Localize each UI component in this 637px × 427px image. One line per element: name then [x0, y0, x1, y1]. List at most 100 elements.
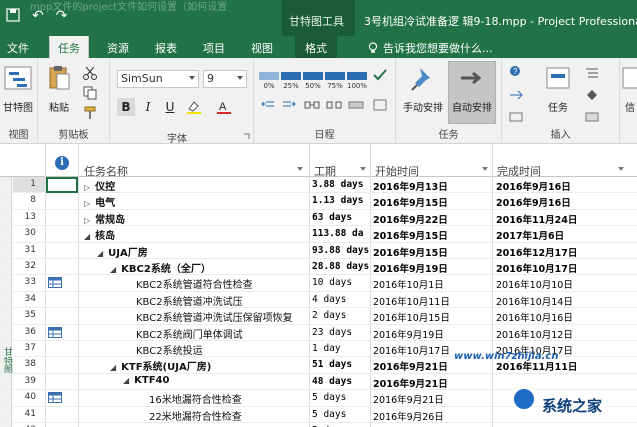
font-dialog-launcher-icon[interactable] [243, 133, 250, 140]
pct-0-button[interactable]: 0% [259, 72, 279, 90]
duration-cell[interactable]: 113.88 da [312, 228, 363, 239]
table-row[interactable]: 36 KBC2系统阀门单体调试 23 days 2016年9月19日 2016年10月1… [0, 325, 637, 341]
duration-cell[interactable]: 2 days [312, 310, 346, 321]
notes-indicator-icon[interactable] [48, 392, 62, 404]
collapse-icon[interactable]: ◢ [123, 376, 129, 385]
outdent-icon[interactable] [260, 98, 276, 112]
tell-me-box[interactable]: 告诉我您想要做什么... [368, 40, 493, 56]
name-filter-icon[interactable] [297, 167, 303, 171]
collapse-icon[interactable]: ◢ [84, 232, 90, 241]
start-cell[interactable]: 2016年9月19日 [373, 261, 448, 275]
font-name-select[interactable]: SimSun [117, 70, 199, 88]
redo-icon[interactable]: ↷ [56, 8, 68, 26]
task-name-cell[interactable]: KBC2系统管道冲洗试压保留项恢复 [123, 309, 293, 324]
tab-task[interactable]: 任务 [49, 36, 89, 58]
milestone-icon[interactable] [584, 88, 600, 102]
task-name-cell[interactable]: KBC2系统管道冲洗试压 [123, 293, 243, 308]
duration-cell[interactable]: 10 days [312, 277, 352, 288]
tab-report[interactable]: 报表 [155, 40, 177, 56]
start-cell[interactable]: 2016年10月11日 [373, 294, 450, 308]
pct-100-button[interactable]: 100% [347, 72, 367, 90]
pct-50-button[interactable]: 50% [303, 72, 323, 90]
active-cell[interactable] [46, 177, 78, 193]
task-name-cell[interactable]: ◢ 核岛 [84, 227, 115, 242]
information-button[interactable]: 信 [620, 64, 637, 114]
finish-cell[interactable]: 2016年9月16日 [496, 179, 571, 193]
highlight-color-icon[interactable] [186, 100, 202, 114]
duration-cell[interactable]: 63 days [312, 212, 352, 223]
duration-cell[interactable]: 5 days [312, 392, 346, 403]
collapse-icon[interactable]: ◢ [110, 265, 116, 274]
font-size-select[interactable]: 9 [203, 70, 247, 88]
duration-cell[interactable]: 1 day [312, 343, 341, 354]
duration-cell[interactable]: 1.13 days [312, 195, 363, 206]
paste-button[interactable]: 粘贴 [42, 64, 76, 114]
task-name-cell[interactable]: ◢ KBC2系统（全厂） [110, 260, 211, 275]
table-row[interactable]: 1 ▷ 仪控 3.88 days 2016年9月13日 2016年9月16日 [0, 177, 637, 194]
duration-cell[interactable]: 5 days [312, 409, 346, 420]
table-row[interactable]: 35 KBC2系统管道冲洗试压保留项恢复 2 days 2016年10月15日 2016… [0, 308, 637, 325]
start-cell[interactable]: 2016年9月21日 [373, 376, 448, 390]
tab-project[interactable]: 项目 [203, 40, 225, 56]
tab-resource[interactable]: 资源 [107, 40, 129, 56]
task-name-cell[interactable]: ▷ 仪控 [84, 178, 115, 193]
pct-25-button[interactable]: 25% [281, 72, 301, 90]
finish-cell[interactable]: 2016年12月17日 [496, 245, 577, 259]
duration-cell[interactable]: 4 days [312, 294, 346, 305]
table-row[interactable]: 32 ◢ KBC2系统（全厂） 28.88 days 2016年9月19日 2016年10… [0, 259, 637, 276]
finish-filter-icon[interactable] [618, 167, 624, 171]
format-painter-icon[interactable] [82, 106, 98, 120]
table-row[interactable]: 8 ▷ 电气 1.13 days 2016年9月15日 2016年9月16日 [0, 193, 637, 210]
finish-cell[interactable]: 2016年10月17日 [496, 261, 577, 275]
link-tasks-icon[interactable] [304, 98, 320, 112]
start-cell[interactable]: 2016年10月17日 [373, 343, 450, 357]
inspect-icon[interactable]: ? [508, 64, 524, 78]
task-insert-button[interactable]: 任务 [538, 64, 578, 114]
task-name-cell[interactable]: ◢ KTF40 [123, 375, 169, 386]
summary-icon[interactable] [584, 66, 600, 80]
start-cell[interactable]: 2016年9月19日 [373, 327, 444, 341]
mark-on-track-icon[interactable] [372, 68, 388, 82]
task-name-cell[interactable]: ▷ 电气 [84, 194, 115, 209]
duration-cell[interactable]: 48 days [312, 376, 352, 387]
start-filter-icon[interactable] [482, 167, 488, 171]
start-cell[interactable]: 2016年9月15日 [373, 245, 448, 259]
start-cell[interactable]: 2016年9月22日 [373, 212, 448, 226]
duration-cell[interactable]: 23 days [312, 327, 352, 338]
start-cell[interactable]: 2016年9月21日 [373, 392, 444, 406]
collapse-icon[interactable]: ◢ [110, 363, 116, 372]
inactivate-icon[interactable] [348, 98, 364, 112]
duration-cell[interactable]: 28.88 days [312, 261, 369, 272]
duration-filter-icon[interactable] [360, 167, 366, 171]
start-cell[interactable]: 2016年9月26日 [373, 409, 444, 423]
start-cell[interactable]: 2016年10月1日 [373, 277, 444, 291]
finish-cell[interactable]: 2016年10月10日 [496, 277, 573, 291]
task-name-cell[interactable]: KBC2系统阀门单体调试 [123, 326, 243, 341]
start-cell[interactable]: 2016年9月21日 [373, 359, 448, 373]
finish-cell[interactable]: 2016年10月14日 [496, 294, 573, 308]
tab-format[interactable]: 格式 [295, 36, 337, 58]
finish-cell[interactable]: 2016年9月16日 [496, 195, 571, 209]
pct-75-button[interactable]: 75% [325, 72, 345, 90]
tab-file[interactable]: 文件 [7, 40, 29, 56]
mode-icon[interactable] [508, 110, 524, 124]
save-icon[interactable] [6, 8, 20, 26]
table-row[interactable]: 31 ◢ UJA厂房 93.88 days 2016年9月15日 2016年12月17日 [0, 243, 637, 259]
duration-cell[interactable]: 51 days [312, 359, 352, 370]
indent-icon[interactable] [281, 98, 297, 112]
duration-cell[interactable]: 93.88 days [312, 245, 369, 256]
unlink-tasks-icon[interactable] [326, 98, 342, 112]
task-name-cell[interactable]: KBC2系统投运 [123, 342, 203, 357]
task-name-cell[interactable]: ◢ UJA厂房 [97, 244, 148, 259]
task-name-cell[interactable]: 16米地漏符合性检查 [136, 391, 242, 406]
auto-schedule-button[interactable]: 自动安排 [448, 64, 496, 114]
expand-icon[interactable]: ▷ [84, 216, 90, 225]
notes-indicator-icon[interactable] [48, 277, 62, 289]
underline-button[interactable]: U [161, 98, 179, 116]
task-name-cell[interactable]: ◢ KTF系统(UJA厂房) [110, 358, 211, 373]
expand-icon[interactable]: ▷ [84, 199, 90, 208]
table-row[interactable]: 34 KBC2系统管道冲洗试压 4 days 2016年10月11日 2016年10月1… [0, 292, 637, 309]
manual-schedule-button[interactable]: 手动安排 [400, 64, 446, 114]
finish-cell[interactable]: 2016年10月16日 [496, 310, 573, 324]
task-name-cell[interactable]: ▷ 常规岛 [84, 211, 125, 226]
